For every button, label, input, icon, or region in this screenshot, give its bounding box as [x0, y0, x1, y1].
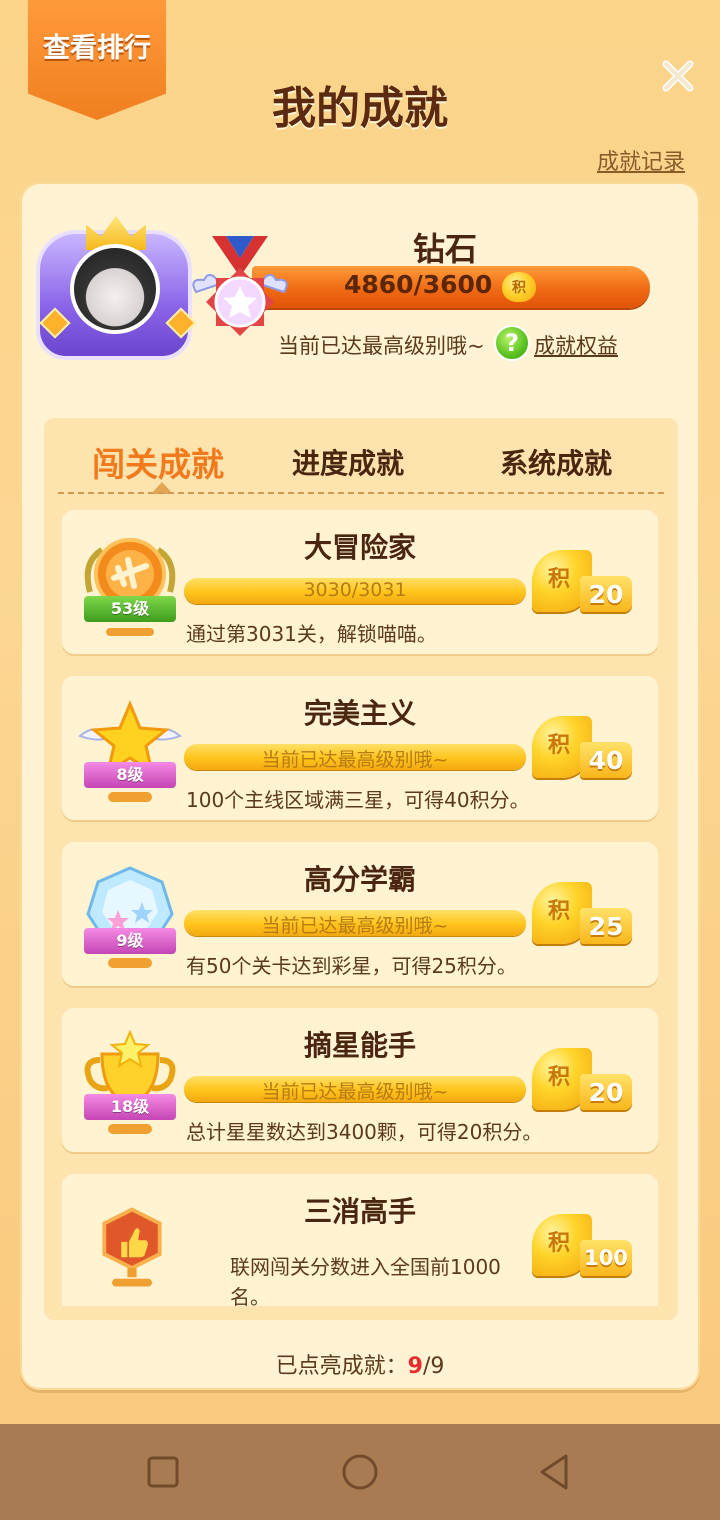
- achievement-card: 摘星能手 18级 当前已达最高级别哦~ 总计星星数达到3400颗，可得20积分。…: [62, 1008, 658, 1152]
- tab-level-achievements[interactable]: 闯关成就: [92, 438, 224, 486]
- lit-achievements-status: 已点亮成就：9/9: [20, 1348, 700, 1380]
- achievement-description: 通过第3031关，解锁喵喵。: [186, 622, 437, 646]
- reward-points: 积 25: [532, 878, 642, 946]
- recent-apps-button[interactable]: [143, 1452, 183, 1492]
- reward-points: 积 20: [532, 1044, 642, 1112]
- achievement-level-badge: 53级: [84, 596, 176, 622]
- achievement-description: 有50个关卡达到彩星，可得25积分。: [186, 954, 517, 978]
- thumbs-up-trophy-icon: [102, 1207, 162, 1287]
- achievement-progress-text: 当前已达最高级别哦~: [261, 749, 449, 771]
- tab-progress-achievements[interactable]: 进度成就: [292, 442, 404, 482]
- tab-divider: [58, 492, 664, 494]
- achievement-description: 联网闯关分数进入全国前1000名。: [230, 1255, 501, 1306]
- achievement-card: 完美主义 8级 当前已达最高级别哦~ 100个主线区域满三星，可得40积分。 积…: [62, 676, 658, 820]
- achievement-progress-bar: 当前已达最高级别哦~: [184, 910, 526, 937]
- avatar[interactable]: [30, 200, 200, 370]
- view-ranking-label: 查看排行: [43, 32, 151, 64]
- achievement-card: 大冒险家 53级 3030/3031 通过第3031关，解锁喵喵。 积 20: [62, 510, 658, 654]
- system-navigation-bar: [0, 1424, 720, 1520]
- back-button[interactable]: [536, 1452, 576, 1492]
- achievement-description: 100个主线区域满三星，可得40积分。: [186, 788, 530, 812]
- achievement-progress-text: 当前已达最高级别哦~: [261, 915, 449, 937]
- tab-system-achievements[interactable]: 系统成就: [500, 442, 612, 482]
- achievement-level-badge: 9级: [84, 928, 176, 954]
- reward-amount: 40: [580, 742, 632, 778]
- achievement-benefit-link[interactable]: 成就权益: [534, 330, 618, 360]
- avatar-image: [70, 244, 160, 334]
- achievement-progress-text: 当前已达最高级别哦~: [261, 1081, 449, 1103]
- achievement-level-badge: 18级: [84, 1094, 176, 1120]
- points-coin-icon: 积: [502, 272, 536, 302]
- achievement-panel: 钻石 4860/3600 积 当前已达最高级别哦~ ? 成就权益 闯关成就 进度…: [20, 182, 700, 1390]
- achievement-progress-bar: 3030/3031: [184, 578, 526, 604]
- reward-amount: 20: [580, 576, 632, 612]
- diamond-medal-icon: [192, 236, 288, 336]
- airplane-medal-icon: [84, 538, 176, 636]
- star-trophy-icon: [84, 1030, 176, 1134]
- rank-name: 钻石: [412, 230, 477, 268]
- achievement-record-link[interactable]: 成就记录: [597, 144, 685, 176]
- reward-points: 积 100: [532, 1210, 642, 1278]
- lit-achievements-count: 9: [407, 1354, 423, 1379]
- winged-star-icon: [78, 700, 182, 802]
- achievement-card: 高分学霸 9级 当前已达最高级别哦~ 有50个关卡达到彩星，可得25积分。 积 …: [62, 842, 658, 986]
- lit-achievements-total: /9: [422, 1354, 445, 1379]
- reward-amount: 20: [580, 1074, 632, 1110]
- achievement-progress-text: 3030/3031: [303, 579, 407, 601]
- lit-achievements-label: 已点亮成就：: [275, 1354, 408, 1379]
- achievement-level-badge: 8级: [84, 762, 176, 788]
- crystal-gem-icon: [86, 866, 174, 968]
- achievement-description: 总计星星数达到3400颗，可得20积分。: [186, 1120, 543, 1144]
- achievement-progress-bar: 当前已达最高级别哦~: [184, 744, 526, 771]
- reward-amount: 25: [580, 908, 632, 944]
- achievement-list-panel: 闯关成就 进度成就 系统成就 大冒险家 53级 3030/3031 通过第303…: [44, 418, 678, 1320]
- reward-points: 积 20: [532, 546, 642, 614]
- home-button[interactable]: [340, 1452, 380, 1492]
- rank-points-bar: 4860/3600 积: [252, 266, 650, 308]
- achievement-card: 三消高手 联网闯关分数进入全国前1000名。 积 100: [62, 1174, 658, 1306]
- reward-amount: 100: [580, 1240, 632, 1276]
- page-title: 我的成就: [272, 83, 448, 134]
- help-icon[interactable]: ?: [494, 325, 530, 361]
- rank-points-text: 4860/3600: [344, 270, 493, 299]
- max-level-hint: 当前已达最高级别哦~: [278, 334, 485, 358]
- achievement-list[interactable]: 大冒险家 53级 3030/3031 通过第3031关，解锁喵喵。 积 20 完…: [44, 510, 678, 1306]
- reward-points: 积 40: [532, 712, 642, 780]
- achievement-progress-bar: 当前已达最高级别哦~: [184, 1076, 526, 1103]
